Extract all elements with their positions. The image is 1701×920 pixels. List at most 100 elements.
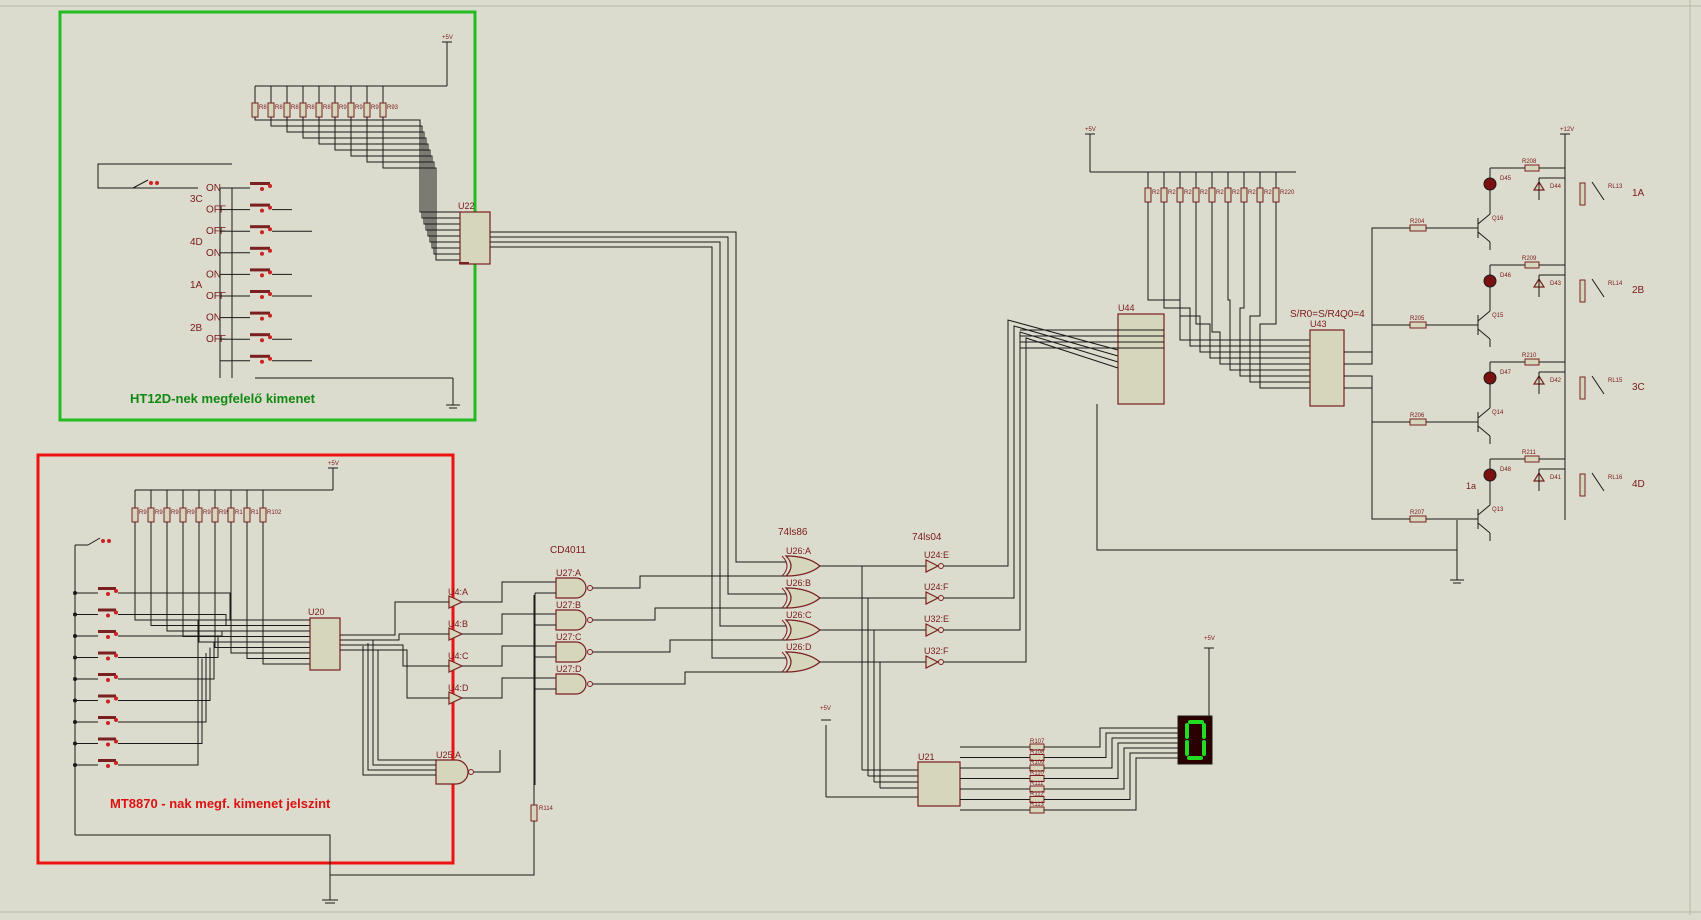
- led-icon: [1483, 468, 1497, 482]
- resistor: [195, 507, 203, 523]
- segment-resistor-label: R111: [1030, 781, 1044, 787]
- base-resistor: [1409, 515, 1427, 523]
- led-label: D45: [1500, 176, 1512, 182]
- base-resistor-label: R204: [1410, 219, 1425, 225]
- diode-label: D41: [1550, 475, 1562, 481]
- resistor-label: R8: [323, 105, 331, 111]
- resistor: [131, 507, 139, 523]
- svg-text:U25:A: U25:A: [436, 750, 461, 760]
- inverter-label: U32:F: [924, 646, 949, 656]
- switch-state-label: ON: [206, 183, 221, 194]
- red-switches: [73, 587, 231, 768]
- resistor-label: R8: [275, 105, 283, 111]
- svg-text:U21: U21: [918, 752, 935, 762]
- resistor: [163, 507, 171, 523]
- group-label: 1A: [190, 280, 203, 291]
- switch-lever: [98, 630, 116, 633]
- base-resistor: [1409, 418, 1427, 426]
- svg-text:+12V: +12V: [1560, 127, 1574, 133]
- resistor: [1224, 187, 1232, 203]
- led-label: D47: [1500, 370, 1512, 376]
- transistor-label: Q15: [1492, 313, 1504, 319]
- resistor-label: R2: [1216, 190, 1224, 196]
- inverter-label: U24:E: [924, 550, 949, 560]
- relay-output-label: 1A: [1632, 188, 1645, 199]
- resistor-label: R2: [1200, 190, 1208, 196]
- segment-resistor-label: R112: [1030, 792, 1045, 798]
- switch-lever: [250, 311, 270, 315]
- inverter-gate: [925, 559, 940, 573]
- nand-u25a: U25:A: [362, 640, 501, 785]
- switch-state-label: ON: [206, 248, 221, 259]
- relay-label: RL14: [1608, 281, 1623, 287]
- resistor-label: R8: [291, 105, 299, 111]
- resistor: [227, 507, 235, 523]
- inv-title: 74ls04: [912, 532, 942, 543]
- svg-text:+5V: +5V: [328, 461, 339, 467]
- resistor: [1256, 187, 1264, 203]
- relay-resistor-label: R210: [1522, 353, 1537, 359]
- switch-lever: [98, 737, 116, 741]
- inverter-label: U32:E: [924, 614, 949, 624]
- green-vcc: +5V: [255, 35, 453, 87]
- relay-coil: [1579, 473, 1586, 497]
- led-icon: [1483, 371, 1497, 385]
- relay-label: RL16: [1608, 475, 1623, 481]
- resistor-label: R2: [1232, 190, 1240, 196]
- relay-output-label: 2B: [1632, 285, 1645, 296]
- relay-label: RL15: [1608, 378, 1623, 384]
- segment-resistor-label: R113: [1030, 802, 1045, 808]
- resistor: [147, 507, 155, 523]
- buffer-gate: [448, 659, 464, 673]
- transistor-label: Q14: [1492, 410, 1504, 416]
- seven-segment-display: +5V 0: [1177, 636, 1215, 765]
- resistor: [1208, 187, 1216, 203]
- chip-u22: U22: [458, 201, 491, 265]
- led-icon: [1483, 274, 1497, 288]
- base-resistor: [1409, 321, 1427, 329]
- resistor-label: R2: [1184, 190, 1192, 196]
- svg-text:1a: 1a: [1466, 481, 1476, 491]
- switch-lever: [98, 608, 116, 612]
- switch-lever: [98, 759, 116, 762]
- xor-u26-group: U26:A U26:B U26:C U26:D: [781, 546, 926, 789]
- nand-label: U27:A: [556, 568, 581, 578]
- resistor-label: R93: [387, 105, 399, 111]
- base-resistor: [1409, 224, 1427, 232]
- resistor-label: R9: [339, 105, 347, 111]
- resistor: [331, 102, 339, 118]
- switch-lever: [250, 225, 270, 229]
- red-vcc: +5V: [135, 461, 339, 491]
- resistor-label: R9: [371, 105, 379, 111]
- relay-driver-group: R208 D45 D44 RL13 1A Q16 R204 R209 D46 D43 RL14 2B Q…: [1344, 159, 1645, 541]
- relay-label: RL13: [1608, 184, 1623, 190]
- buffer-gate: [448, 691, 464, 705]
- resistor-label: R9: [355, 105, 363, 111]
- resistor: [347, 102, 355, 118]
- red-resistor-bank: R9 R9 R9 R9 R9 R99 R1 R1 R102: [131, 490, 310, 665]
- chip-u20: U20: [308, 607, 341, 671]
- resistor: [211, 507, 219, 523]
- resistor-label: R9: [155, 510, 163, 516]
- transistor-label: Q13: [1492, 507, 1504, 513]
- schematic-canvas: HT12D-nek megfelelő kimenet +5V R8 R8 R8 R8…: [0, 0, 1701, 920]
- svg-text:+5V: +5V: [1204, 636, 1215, 642]
- switch-lever: [98, 673, 116, 676]
- nand-gate: [555, 673, 587, 695]
- bus-wires: [490, 231, 1164, 659]
- schematic-svg: HT12D-nek megfelelő kimenet +5V R8 R8 R8 R8…: [0, 0, 1701, 915]
- right-resistor-bank: R2 R2 R2 R2 R2 R2 R21 R2 R220: [1144, 172, 1310, 389]
- relay-coil: [1579, 182, 1586, 206]
- resistor: [243, 507, 251, 523]
- buffer-label: U4:C: [448, 651, 469, 661]
- segment-resistor-label: R107: [1030, 739, 1045, 745]
- green-box: [58, 10, 477, 422]
- resistor: [299, 102, 307, 118]
- xor-gate: [784, 555, 821, 577]
- segment-resistor-group: R107 R108 R109 R110 R111 R112 R113: [960, 727, 1178, 814]
- relay-resistor-label: R208: [1522, 159, 1537, 165]
- xor-gate: [784, 587, 821, 609]
- resistor: [363, 102, 371, 118]
- switch-lever: [250, 268, 270, 272]
- buffer-gate: [448, 595, 464, 609]
